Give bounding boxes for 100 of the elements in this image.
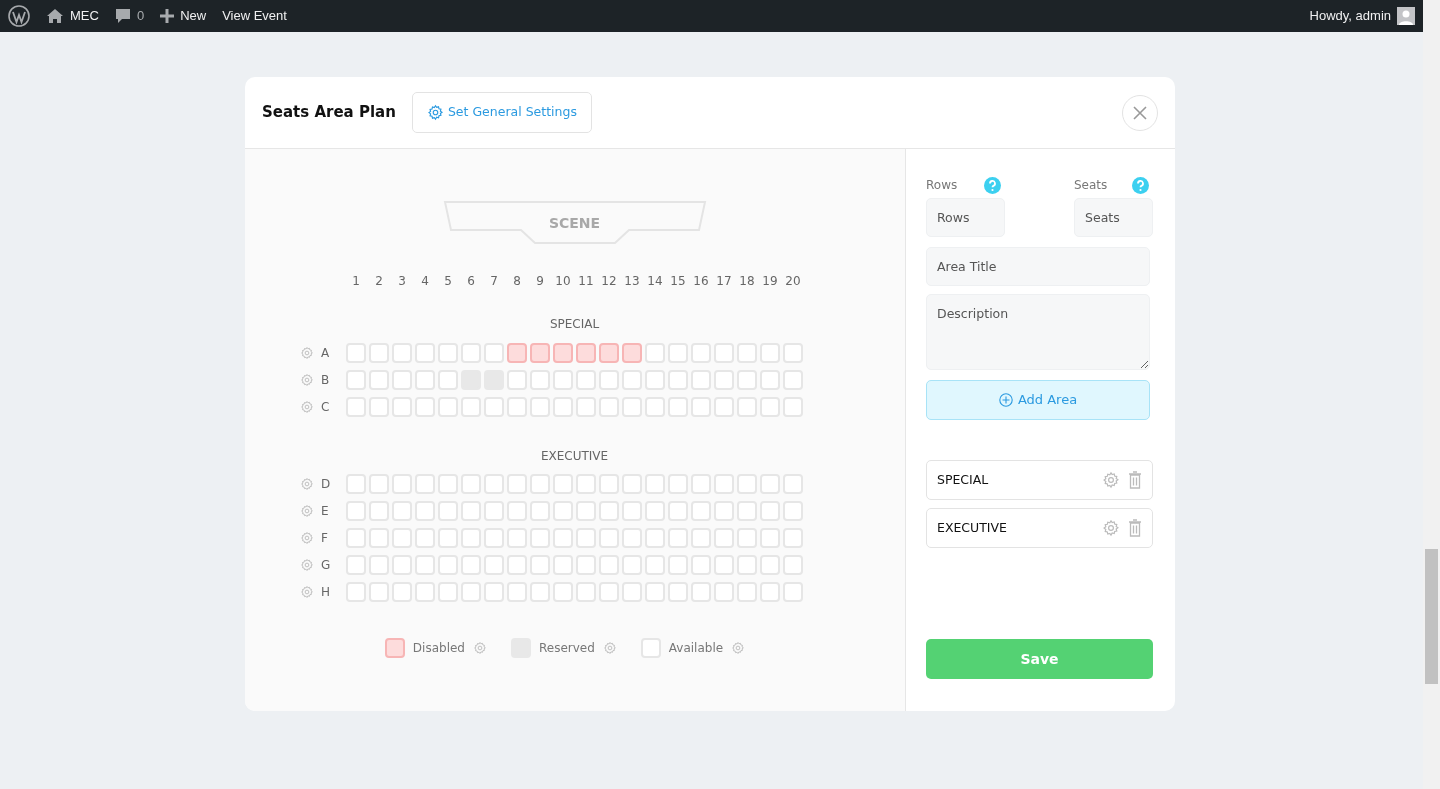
seat[interactable] [714, 369, 734, 390]
trash-icon[interactable] [1128, 519, 1142, 537]
seat[interactable] [622, 474, 642, 494]
seat[interactable] [668, 396, 688, 417]
new-link[interactable]: New [152, 0, 215, 32]
seat[interactable] [415, 555, 435, 575]
seat[interactable] [346, 342, 366, 363]
seat[interactable] [507, 555, 527, 575]
gear-icon[interactable] [300, 585, 314, 599]
seat[interactable] [737, 369, 757, 390]
seat[interactable] [461, 342, 481, 363]
seat[interactable] [645, 501, 665, 521]
gear-icon[interactable] [472, 641, 487, 655]
seat[interactable] [714, 342, 734, 363]
seat[interactable] [530, 582, 550, 602]
seat[interactable] [461, 582, 481, 602]
description-input[interactable]: Description [926, 294, 1150, 370]
seat[interactable] [668, 528, 688, 548]
seat[interactable] [530, 528, 550, 548]
seat[interactable] [346, 369, 366, 390]
site-link[interactable]: MEC [38, 0, 107, 32]
seat[interactable] [553, 582, 573, 602]
gear-icon[interactable] [300, 345, 314, 360]
seat[interactable] [599, 396, 619, 417]
seat[interactable] [484, 396, 504, 417]
seat[interactable] [645, 582, 665, 602]
seat[interactable] [691, 396, 711, 417]
seat[interactable] [415, 582, 435, 602]
seat[interactable] [622, 528, 642, 548]
seat[interactable] [576, 369, 596, 390]
seat[interactable] [415, 369, 435, 390]
seat[interactable] [622, 582, 642, 602]
seat[interactable] [507, 528, 527, 548]
seat[interactable] [576, 396, 596, 417]
seat[interactable] [737, 582, 757, 602]
gear-icon[interactable] [300, 558, 314, 572]
seat[interactable] [369, 369, 389, 390]
seat[interactable] [737, 501, 757, 521]
seat[interactable] [369, 474, 389, 494]
seat[interactable] [691, 342, 711, 363]
seat[interactable] [346, 474, 366, 494]
seat[interactable] [576, 528, 596, 548]
seat[interactable] [737, 474, 757, 494]
wordpress-logo-icon[interactable] [8, 5, 30, 27]
seat[interactable] [622, 555, 642, 575]
seat[interactable] [645, 369, 665, 390]
seat[interactable] [369, 342, 389, 363]
seat[interactable] [530, 369, 550, 390]
seat[interactable] [760, 342, 780, 363]
seat[interactable] [737, 528, 757, 548]
seat[interactable] [737, 555, 757, 575]
seat[interactable] [714, 555, 734, 575]
seat[interactable] [415, 474, 435, 494]
seat[interactable] [622, 369, 642, 390]
seat[interactable] [392, 396, 412, 417]
seat[interactable] [484, 555, 504, 575]
seat[interactable] [691, 501, 711, 521]
seat[interactable] [392, 582, 412, 602]
gear-icon[interactable] [300, 399, 314, 414]
seat[interactable] [484, 501, 504, 521]
seat[interactable] [369, 555, 389, 575]
seat[interactable] [645, 528, 665, 548]
seat[interactable] [461, 501, 481, 521]
seat[interactable] [760, 474, 780, 494]
seat[interactable] [760, 396, 780, 417]
seat[interactable] [392, 474, 412, 494]
seat[interactable] [760, 555, 780, 575]
close-button[interactable] [1122, 94, 1158, 131]
seat[interactable] [599, 501, 619, 521]
seat[interactable] [714, 528, 734, 548]
seat[interactable] [576, 474, 596, 494]
comments-link[interactable]: 0 [106, 0, 153, 32]
help-icon[interactable] [984, 176, 1001, 194]
seat[interactable] [599, 555, 619, 575]
seat[interactable] [783, 528, 803, 548]
seat[interactable] [760, 528, 780, 548]
trash-icon[interactable] [1128, 471, 1142, 489]
seat[interactable] [599, 474, 619, 494]
seat[interactable] [783, 396, 803, 417]
seat[interactable] [392, 555, 412, 575]
seat[interactable] [691, 555, 711, 575]
seat[interactable] [369, 582, 389, 602]
seat[interactable] [714, 396, 734, 417]
seat[interactable] [645, 342, 665, 363]
seat[interactable] [346, 528, 366, 548]
seat[interactable] [691, 369, 711, 390]
seat[interactable] [369, 528, 389, 548]
gear-icon[interactable] [1102, 471, 1120, 489]
seat[interactable] [484, 582, 504, 602]
seat[interactable] [645, 555, 665, 575]
seat[interactable] [484, 528, 504, 548]
seat[interactable] [783, 501, 803, 521]
seat[interactable] [668, 369, 688, 390]
view-event-link[interactable]: View Event [214, 0, 295, 32]
seat[interactable] [484, 342, 504, 363]
seat[interactable] [668, 582, 688, 602]
seat[interactable] [599, 369, 619, 390]
seat[interactable] [530, 501, 550, 521]
seat[interactable] [737, 396, 757, 417]
seat[interactable] [714, 474, 734, 494]
